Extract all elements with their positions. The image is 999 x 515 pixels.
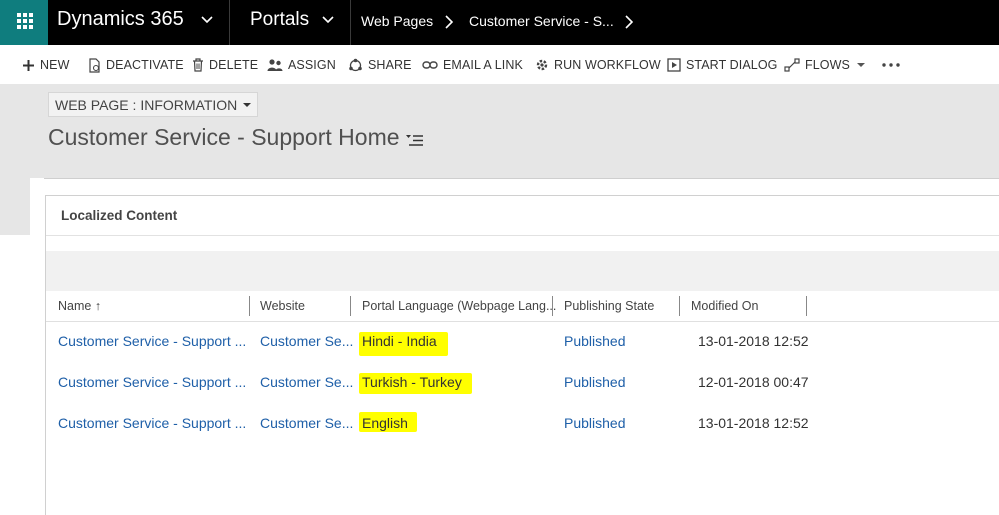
- row-1-modified: 13-01-2018 12:52: [698, 333, 809, 349]
- more-commands-button[interactable]: [882, 55, 905, 75]
- row-2-name-link[interactable]: Customer Service - Support ...: [58, 374, 246, 390]
- plus-icon: [23, 59, 34, 71]
- column-header-publishing-state[interactable]: Publishing State: [564, 299, 654, 313]
- share-label: SHARE: [368, 58, 412, 72]
- flows-label: FLOWS: [805, 58, 850, 72]
- email-a-link-button[interactable]: EMAIL A LINK: [422, 55, 523, 75]
- form-selector-label: WEB PAGE : INFORMATION: [55, 96, 238, 113]
- trash-icon: [193, 58, 203, 72]
- area-label[interactable]: Portals: [250, 9, 309, 31]
- app-title[interactable]: Dynamics 365: [57, 8, 184, 31]
- share-button[interactable]: SHARE: [348, 55, 412, 75]
- column-divider[interactable]: [806, 296, 807, 316]
- new-button[interactable]: NEW: [22, 55, 69, 75]
- chevron-down-icon[interactable]: [201, 13, 213, 25]
- row-2-modified: 12-01-2018 00:47: [698, 374, 809, 390]
- column-divider[interactable]: [350, 296, 351, 316]
- row-2-website-link[interactable]: Customer Se...: [260, 374, 353, 390]
- assign-button[interactable]: ASSIGN: [267, 55, 336, 75]
- nav-divider: [350, 0, 351, 45]
- share-icon: [349, 58, 362, 71]
- top-nav-bar: Dynamics 365 Portals Web Pages Customer …: [0, 0, 999, 45]
- column-header-portal-language[interactable]: Portal Language (Webpage Lang...: [362, 299, 556, 313]
- command-bar: NEW DEACTIVATE DELETE ASSIGN SHARE EMAIL…: [0, 45, 999, 84]
- record-title: Customer Service - Support Home: [48, 124, 400, 150]
- row-3-state[interactable]: Published: [564, 415, 626, 431]
- localized-content-section: [45, 195, 999, 515]
- breadcrumb-web-pages[interactable]: Web Pages: [361, 13, 433, 29]
- row-2-language: Turkish - Turkey: [362, 374, 462, 390]
- new-label: NEW: [40, 58, 70, 72]
- deactivate-label: DEACTIVATE: [106, 58, 184, 72]
- section-title: Localized Content: [61, 208, 178, 223]
- run-workflow-button[interactable]: RUN WORKFLOW: [535, 55, 661, 75]
- row-3-website-link[interactable]: Customer Se...: [260, 415, 353, 431]
- start-dialog-button[interactable]: START DIALOG: [667, 55, 778, 75]
- grid-toolbar: [46, 251, 999, 291]
- column-divider[interactable]: [679, 296, 680, 316]
- run-workflow-label: RUN WORKFLOW: [554, 58, 661, 72]
- caret-down-icon: [243, 102, 252, 107]
- caret-down-icon: [856, 63, 865, 67]
- column-header-modified-on[interactable]: Modified On: [691, 299, 758, 313]
- start-dialog-label: START DIALOG: [686, 58, 778, 72]
- record-menu-icon[interactable]: [406, 134, 424, 147]
- form-selector-dropdown[interactable]: WEB PAGE : INFORMATION: [48, 92, 259, 117]
- row-3-language: English: [362, 415, 408, 431]
- delete-button[interactable]: DELETE: [192, 55, 258, 75]
- row-1-language: Hindi - India: [362, 333, 437, 349]
- chevron-down-icon[interactable]: [322, 13, 334, 25]
- app-launcher-button[interactable]: [0, 0, 48, 45]
- assign-label: ASSIGN: [288, 58, 336, 72]
- flows-button[interactable]: FLOWS: [784, 55, 870, 75]
- link-icon: [422, 61, 438, 69]
- deactivate-button[interactable]: DEACTIVATE: [88, 55, 184, 75]
- nav-divider: [229, 0, 230, 45]
- column-header-website[interactable]: Website: [260, 299, 305, 313]
- row-3-name-link[interactable]: Customer Service - Support ...: [58, 415, 246, 431]
- row-1-state[interactable]: Published: [564, 333, 626, 349]
- workflow-icon: [536, 59, 548, 71]
- flow-icon: [784, 58, 800, 72]
- column-header-name[interactable]: Name ↑: [58, 299, 101, 313]
- ellipsis-icon: [882, 63, 900, 67]
- email-a-link-label: EMAIL A LINK: [443, 58, 523, 72]
- row-2-state[interactable]: Published: [564, 374, 626, 390]
- row-1-website-link[interactable]: Customer Se...: [260, 333, 353, 349]
- deactivate-icon: [89, 57, 100, 73]
- chevron-right-icon[interactable]: [624, 15, 634, 29]
- row-1-name-link[interactable]: Customer Service - Support ...: [58, 333, 246, 349]
- row-3-modified: 13-01-2018 12:52: [698, 415, 809, 431]
- delete-label: DELETE: [209, 58, 259, 72]
- dialog-icon: [667, 58, 681, 72]
- column-divider[interactable]: [552, 296, 553, 316]
- assign-icon: [267, 59, 283, 71]
- form-divider: [44, 178, 999, 179]
- left-gray-strip: [0, 178, 30, 235]
- chevron-right-icon: [445, 15, 454, 29]
- column-divider[interactable]: [249, 296, 250, 316]
- breadcrumb-current-record[interactable]: Customer Service - S...: [469, 13, 614, 29]
- waffle-icon: [17, 13, 33, 29]
- section-divider: [46, 235, 999, 236]
